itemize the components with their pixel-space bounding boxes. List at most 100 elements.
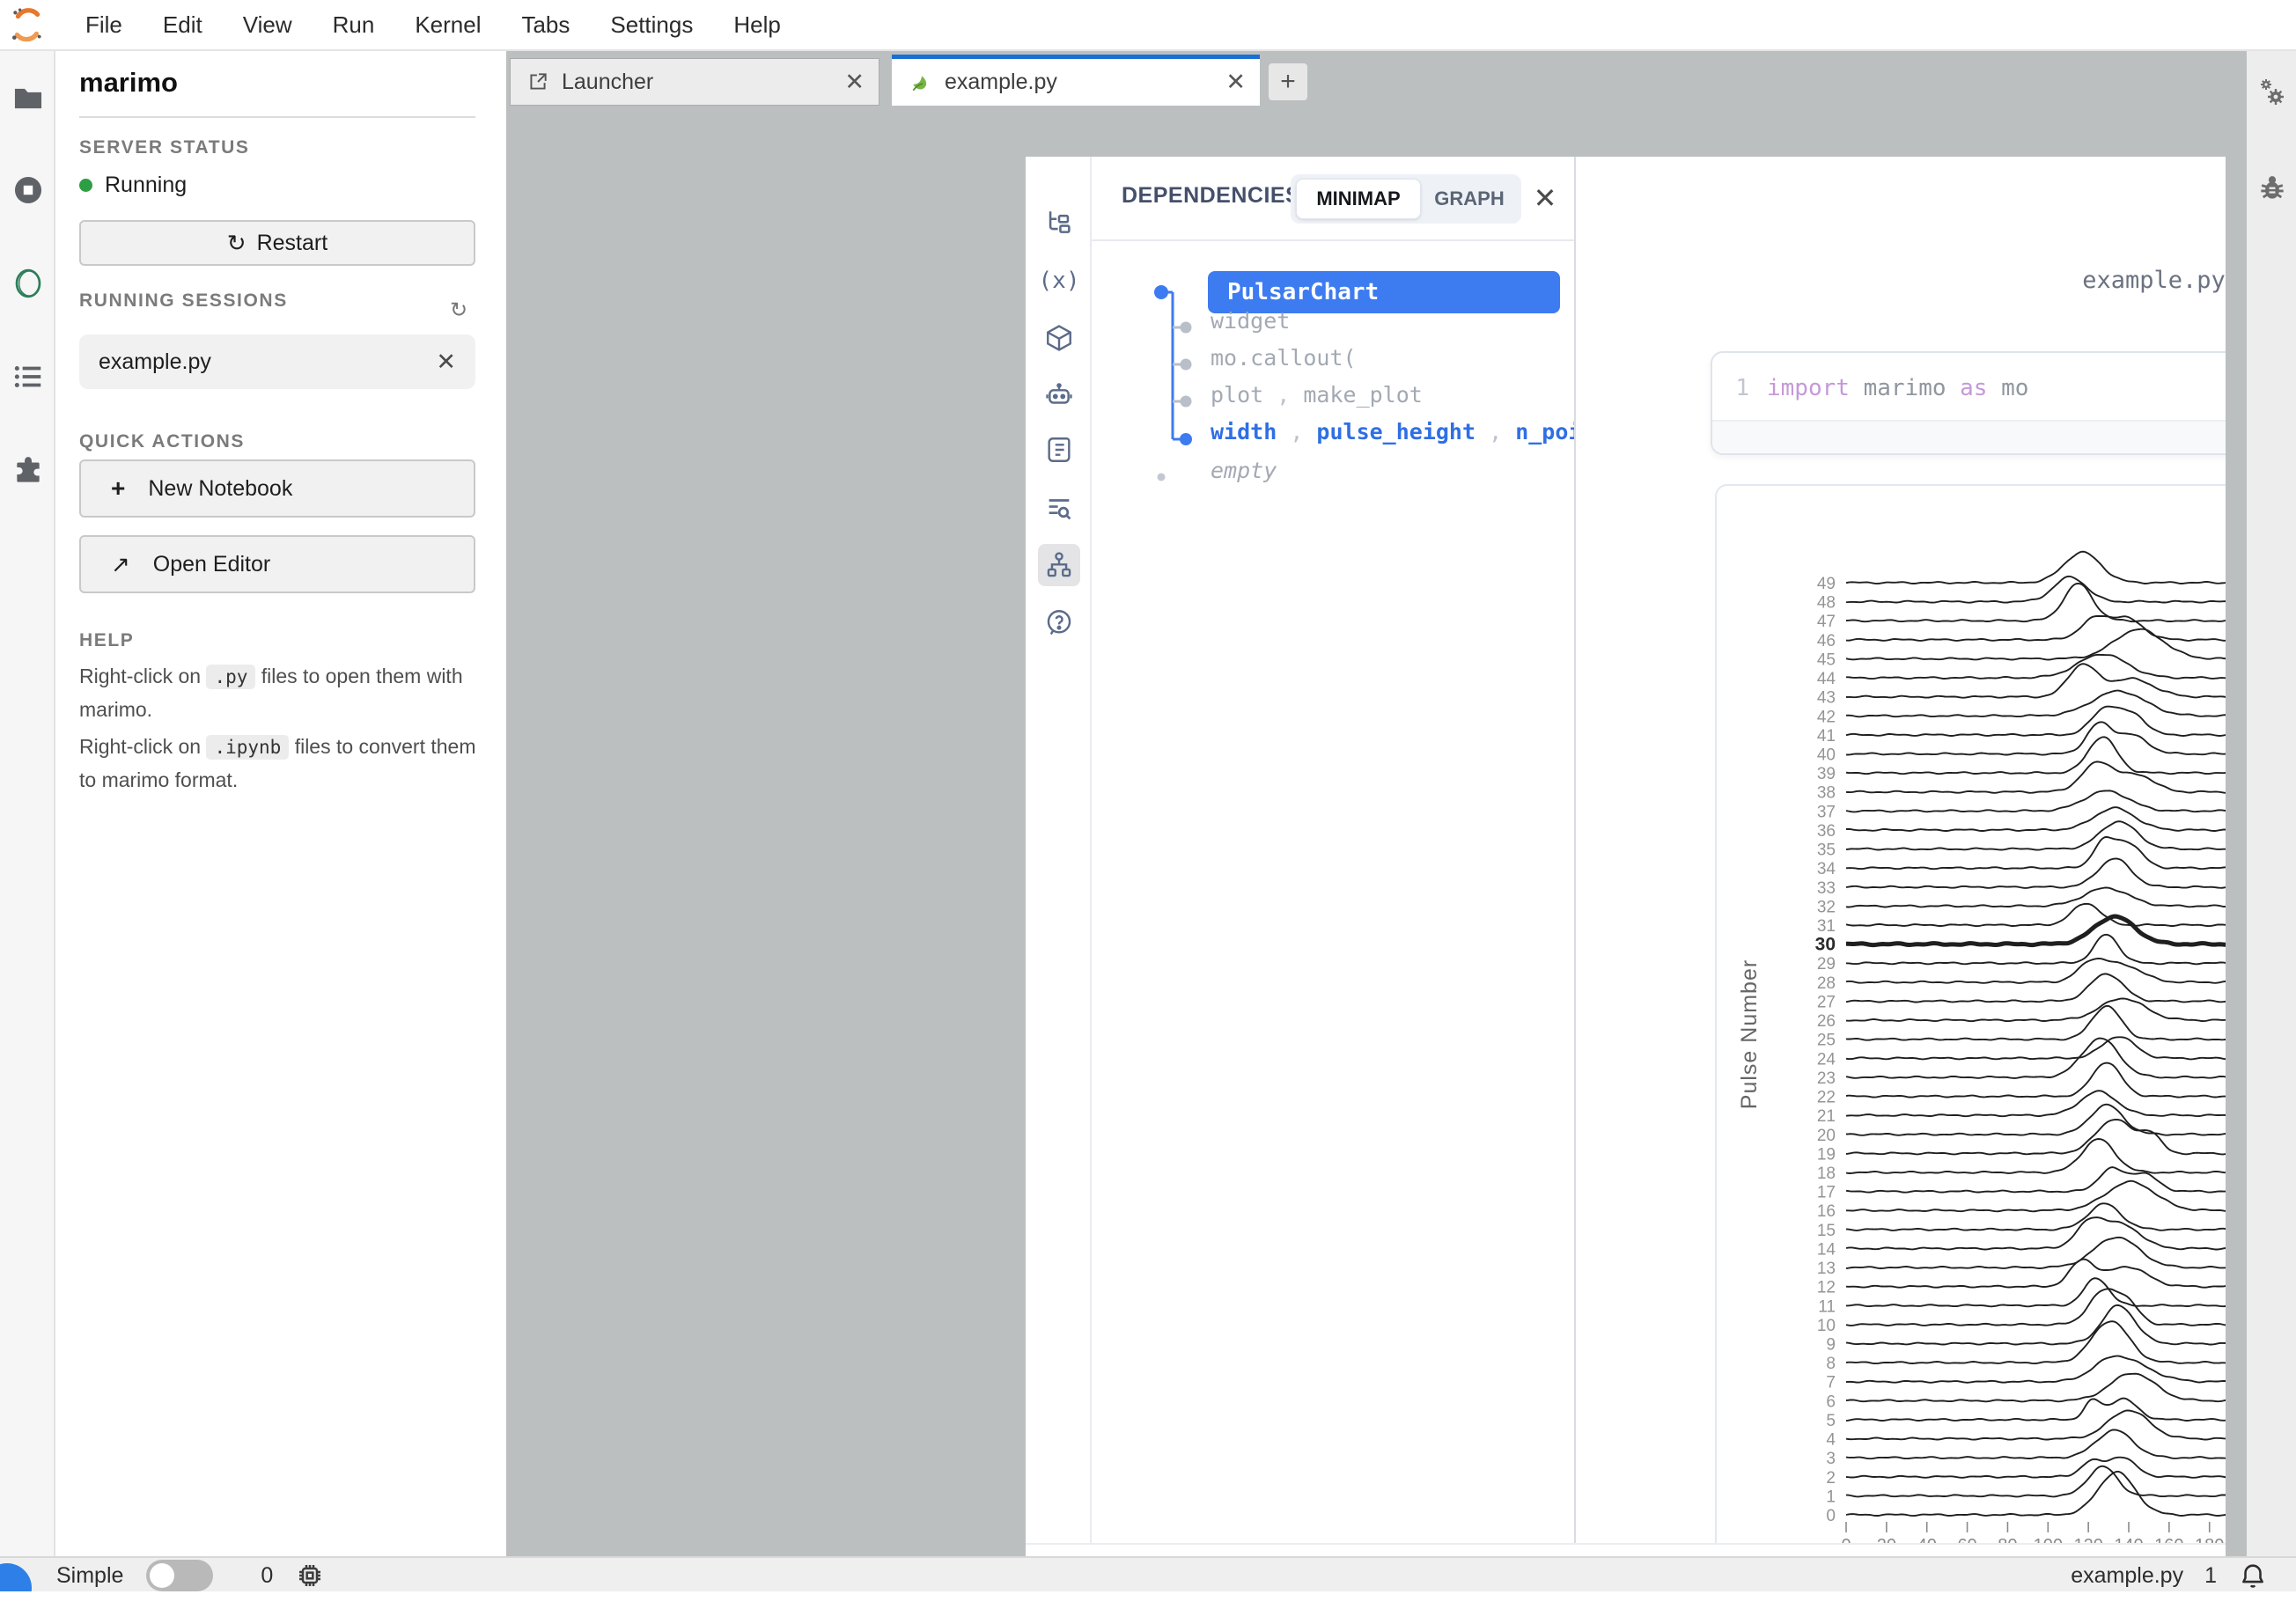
svg-text:16: 16	[1817, 1202, 1836, 1221]
svg-text:5: 5	[1826, 1412, 1836, 1430]
marimo-ring-icon[interactable]	[11, 266, 46, 301]
svg-text:48: 48	[1817, 594, 1836, 613]
scratchpad-icon[interactable]	[1038, 487, 1080, 529]
status-bar-left: Simple 0	[56, 1558, 324, 1591]
svg-text:14: 14	[1817, 1240, 1836, 1259]
extensions-icon[interactable]	[11, 453, 46, 489]
session-name: example.py	[99, 349, 211, 375]
code-token: marimo	[1850, 375, 1960, 401]
svg-text:35: 35	[1817, 841, 1836, 860]
svg-text:4: 4	[1826, 1431, 1836, 1450]
menu-item-tabs[interactable]: Tabs	[501, 11, 590, 39]
open-editor-button[interactable]: ↗ Open Editor	[79, 535, 475, 593]
session-item[interactable]: example.py ✕	[79, 334, 475, 389]
logs-icon[interactable]	[1038, 429, 1080, 471]
settings-gears-icon[interactable]	[2254, 76, 2289, 111]
tab-launcher[interactable]: Launcher ✕	[510, 58, 879, 106]
tree-node-width[interactable]: width , pulse_height , n_poi	[1211, 419, 1576, 444]
divider	[79, 116, 475, 118]
svg-text:40: 40	[1817, 746, 1836, 765]
table-of-contents-icon[interactable]	[11, 359, 46, 394]
svg-text:32: 32	[1817, 898, 1836, 916]
svg-text:40: 40	[1917, 1536, 1937, 1543]
tree-node-plot[interactable]: plot , make_plot	[1211, 382, 1423, 408]
tree-connectors	[1092, 241, 1206, 611]
menu-items: FileEditViewRunKernelTabsSettingsHelp	[65, 11, 801, 39]
svg-text:2: 2	[1826, 1469, 1836, 1488]
simple-mode-toggle[interactable]	[146, 1560, 213, 1591]
tab-example-py[interactable]: example.py ✕	[892, 55, 1260, 106]
menu-item-run[interactable]: Run	[313, 11, 395, 39]
close-tab-icon[interactable]: ✕	[844, 69, 865, 96]
svg-text:20: 20	[1817, 1127, 1836, 1145]
restart-icon: ↻	[227, 230, 247, 257]
svg-text:38: 38	[1817, 784, 1836, 803]
dependency-graph-icon[interactable]	[1038, 544, 1080, 586]
simple-mode-label: Simple	[56, 1563, 123, 1589]
tree-node-widget[interactable]: widget	[1211, 308, 1290, 334]
menu-item-view[interactable]: View	[223, 11, 313, 39]
svg-text:26: 26	[1817, 1012, 1836, 1031]
close-panel-icon[interactable]: ✕	[1527, 177, 1563, 219]
help-icon[interactable]	[1038, 601, 1080, 643]
svg-text:29: 29	[1817, 955, 1836, 973]
running-kernels-icon[interactable]	[11, 173, 46, 208]
svg-text:24: 24	[1817, 1050, 1836, 1069]
restart-button[interactable]: ↻ Restart	[79, 220, 475, 266]
notebook-area: ⚙ ✕ example.py 1 import marimo as mo set…	[1576, 157, 2296, 1543]
status-bar: Simple 0 example.py 1	[0, 1556, 2296, 1591]
ai-chat-icon[interactable]	[1038, 374, 1080, 416]
menu-bar: FileEditViewRunKernelTabsSettingsHelp	[0, 0, 2296, 51]
tree-node-label: empty	[1211, 458, 1277, 483]
close-tab-icon[interactable]: ✕	[1225, 69, 1246, 96]
svg-text:9: 9	[1826, 1335, 1836, 1354]
refresh-sessions-icon[interactable]: ↻	[450, 298, 467, 323]
cell-code-row: 1 import marimo as mo	[1712, 353, 2296, 423]
svg-text:3: 3	[1826, 1450, 1836, 1468]
tree-node-label: width	[1211, 419, 1277, 444]
terminal-cpu-icon[interactable]	[296, 1561, 324, 1590]
tool-rail: (x)	[1026, 157, 1092, 1543]
new-notebook-button[interactable]: + New Notebook	[79, 459, 475, 518]
menu-item-help[interactable]: Help	[713, 11, 800, 39]
menu-item-settings[interactable]: Settings	[590, 11, 713, 39]
code-token: mo	[1987, 375, 2028, 401]
svg-text:46: 46	[1817, 632, 1836, 650]
menu-item-edit[interactable]: Edit	[143, 11, 223, 39]
svg-text:37: 37	[1817, 803, 1836, 821]
help-text: Right-click on	[79, 735, 201, 758]
svg-text:45: 45	[1817, 650, 1836, 669]
activity-bar	[0, 51, 55, 1556]
tree-node-empty[interactable]: empty	[1211, 458, 1277, 483]
dependencies-panel: DEPENDENCIES MINIMAP GRAPH ✕	[1092, 157, 1576, 1543]
help-paragraph-ipynb: Right-click on .ipynb files to convert t…	[79, 731, 484, 797]
running-sessions-heading: RUNNING SESSIONS	[79, 290, 288, 312]
tree-node-root[interactable]: PulsarChart	[1208, 271, 1560, 313]
svg-text:44: 44	[1817, 670, 1836, 688]
toggle-minimap[interactable]: MINIMAP	[1296, 179, 1421, 219]
tree-node-mocallout[interactable]: mo.callout(	[1211, 345, 1357, 371]
quick-actions-heading: QUICK ACTIONS	[79, 431, 245, 452]
setup-cell[interactable]: 1 import marimo as mo setup cell	[1711, 351, 2296, 455]
tree-node-label: plot	[1211, 382, 1263, 408]
tree-node-label: pulse_height	[1316, 419, 1475, 444]
file-tree-icon[interactable]	[1038, 202, 1080, 244]
svg-text:23: 23	[1817, 1069, 1836, 1088]
svg-text:22: 22	[1817, 1089, 1836, 1107]
svg-text:0: 0	[1826, 1507, 1836, 1525]
menu-item-kernel[interactable]: Kernel	[394, 11, 501, 39]
close-session-icon[interactable]: ✕	[436, 349, 456, 376]
menu-item-file[interactable]: File	[65, 11, 143, 39]
package-icon[interactable]	[1038, 317, 1080, 359]
cell-code[interactable]: import marimo as mo	[1767, 375, 2028, 401]
bell-icon[interactable]	[2238, 1561, 2268, 1591]
variables-icon[interactable]: (x)	[1038, 260, 1080, 302]
status-bar-right: example.py 1	[2071, 1558, 2268, 1591]
svg-text:1: 1	[1826, 1488, 1836, 1506]
new-tab-button[interactable]: +	[1269, 63, 1307, 100]
help-paragraph-py: Right-click on .py files to open them wi…	[79, 660, 484, 726]
svg-text:19: 19	[1817, 1145, 1836, 1164]
debug-bug-icon[interactable]	[2256, 171, 2289, 204]
toggle-graph[interactable]: GRAPH	[1423, 179, 1516, 219]
folder-icon[interactable]	[11, 81, 46, 116]
